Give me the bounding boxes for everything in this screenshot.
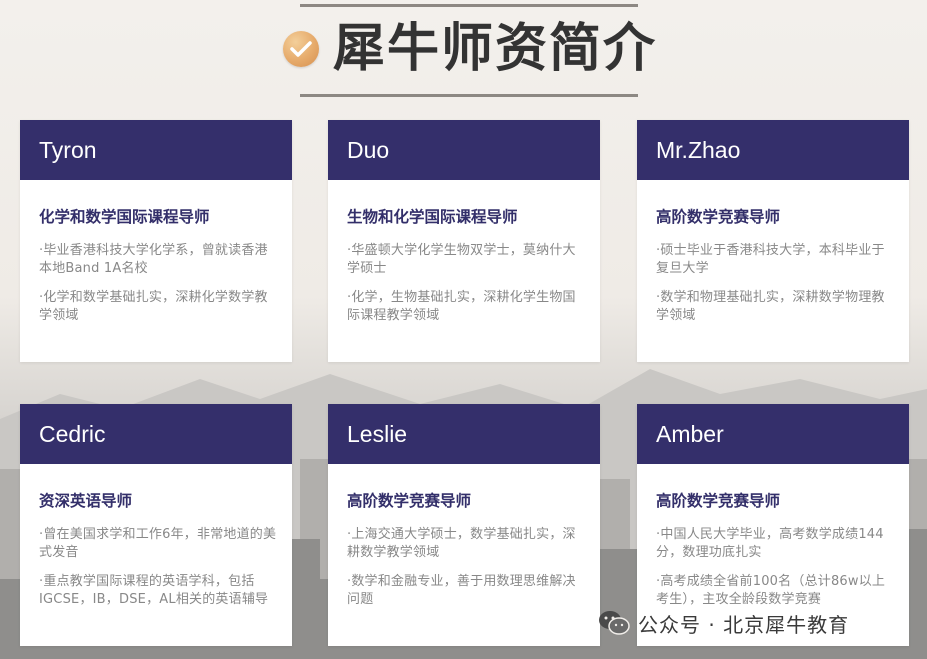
teacher-bio-point: ·高考成绩全省前100名（总计86w以上考生），主攻全龄段数学竞赛 [656,574,886,607]
teacher-bio-point: ·化学和数学基础扎实，深耕化学数学教学领域 [39,290,268,323]
teacher-role: 高阶数学竞赛导师 [656,492,781,510]
teacher-role: 生物和化学国际课程导师 [347,208,518,226]
teacher-name: Leslie [328,404,600,464]
teacher-role: 化学和数学国际课程导师 [39,208,210,226]
teacher-bio-point: ·重点教学国际课程的英语学科，包括IGCSE，IB，DSE，AL相关的英语辅导 [39,574,269,607]
section-title: 犀牛师资简介 [0,0,927,100]
check-circle-icon [283,31,319,67]
teacher-role: 高阶数学竞赛导师 [656,208,781,226]
teacher-name: Tyron [20,120,292,180]
teacher-name: Mr.Zhao [637,120,909,180]
wechat-watermark: 公众号 · 北京犀牛教育 [598,608,849,638]
teacher-bio-point: ·硕士毕业于香港科技大学，本科毕业于复旦大学 [656,243,885,276]
title-divider-bottom [300,94,638,97]
teacher-card: Duo 生物和化学国际课程导师 ·华盛顿大学化学生物双学士，莫纳什大学硕士 ·化… [328,120,600,362]
teacher-role: 资深英语导师 [39,492,133,510]
teacher-bio-point: ·化学，生物基础扎实，深耕化学生物国际课程教学领域 [347,290,576,323]
teacher-bio-point: ·曾在美国求学和工作6年，非常地道的美式发音 [39,527,277,560]
watermark-text: 公众号 · 北京犀牛教育 [638,612,850,637]
teacher-name: Amber [637,404,909,464]
teacher-name: Duo [328,120,600,180]
teacher-card: Leslie 高阶数学竞赛导师 ·上海交通大学硕士，数学基础扎实，深耕数学教学领… [328,404,600,646]
teacher-card: Tyron 化学和数学国际课程导师 ·毕业香港科技大学化学系，曾就读香港本地Ba… [20,120,292,362]
wechat-icon [598,609,630,637]
teacher-card: Cedric 资深英语导师 ·曾在美国求学和工作6年，非常地道的美式发音 ·重点… [20,404,292,646]
teacher-bio-point: ·上海交通大学硕士，数学基础扎实，深耕数学教学领域 [347,527,576,560]
title-divider-top [300,4,638,7]
teacher-role: 高阶数学竞赛导师 [347,492,472,510]
page-title: 犀牛师资简介 [333,19,658,79]
teacher-bio-point: ·华盛顿大学化学生物双学士，莫纳什大学硕士 [347,243,576,276]
teacher-bio-point: ·数学和物理基础扎实，深耕数学物理教学领域 [656,290,885,323]
teacher-name: Cedric [20,404,292,464]
teacher-bio-point: ·中国人民大学毕业，高考数学成绩144分，数理功底扎实 [656,527,884,560]
teacher-bio-point: ·数学和金融专业，善于用数理思维解决问题 [347,574,576,607]
teacher-card: Mr.Zhao 高阶数学竞赛导师 ·硕士毕业于香港科技大学，本科毕业于复旦大学 … [637,120,909,362]
teacher-bio-point: ·毕业香港科技大学化学系，曾就读香港本地Band 1A名校 [39,243,268,276]
